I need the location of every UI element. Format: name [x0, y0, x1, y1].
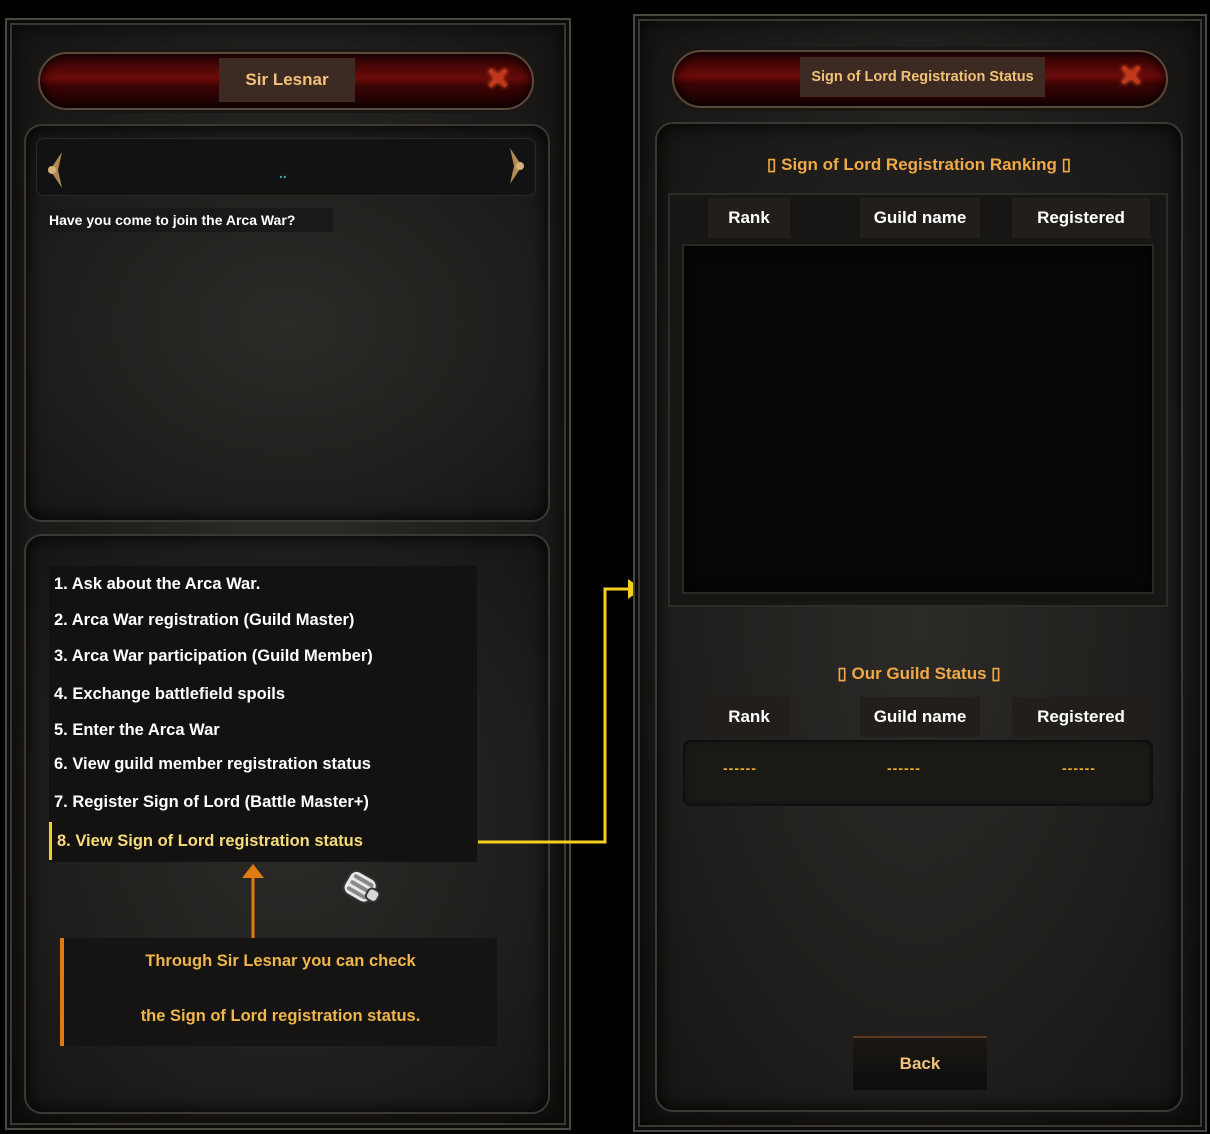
status-window-title: Sign of Lord Registration Status: [800, 57, 1045, 97]
dialog-marker: ..: [279, 165, 287, 181]
info-callout: Through Sir Lesnar you can check the Sig…: [60, 938, 497, 1046]
hand-cursor-icon: [330, 862, 390, 921]
callout-arrow-icon: [242, 864, 264, 940]
menu-item-arca-war-participation[interactable]: 3. Arca War participation (Guild Member): [49, 639, 475, 673]
ranking-section-title: ▯ Sign of Lord Registration Ranking ▯: [767, 155, 1071, 174]
ornament-right-icon: [504, 146, 528, 192]
guild-status-section-title: ▯ Our Guild Status ▯: [837, 664, 1001, 683]
ranking-col-registered: Registered: [1012, 198, 1150, 238]
callout-line-2: the Sign of Lord registration status.: [140, 1007, 421, 1025]
ranking-col-guild-name: Guild name: [860, 198, 980, 238]
menu-item-exchange-spoils[interactable]: 4. Exchange battlefield spoils: [49, 677, 475, 711]
guild-col-guild-name: Guild name: [860, 697, 980, 737]
ranking-col-rank: Rank: [708, 198, 790, 238]
menu-item-guild-member-status[interactable]: 6. View guild member registration status: [49, 747, 475, 781]
connector-arrow-icon: [478, 579, 642, 844]
menu-item-register-sign-of-lord[interactable]: 7. Register Sign of Lord (Battle Master+…: [49, 785, 475, 819]
guild-registered-value: ------: [1062, 760, 1096, 776]
menu-list: 1. Ask about the Arca War. 2. Arca War r…: [49, 566, 477, 862]
status-window-close-button[interactable]: ✕: [1113, 62, 1149, 96]
ornament-left-icon: [44, 150, 68, 196]
guild-col-registered: Registered: [1012, 697, 1150, 737]
close-icon: ✕: [1118, 60, 1144, 93]
npc-greeting-text: Have you come to join the Arca War?: [45, 208, 333, 232]
npc-dialog-title: Sir Lesnar: [219, 58, 355, 102]
callout-line-1: Through Sir Lesnar you can check: [145, 952, 416, 970]
menu-item-ask-arca-war[interactable]: 1. Ask about the Arca War.: [49, 567, 475, 601]
menu-item-arca-war-registration[interactable]: 2. Arca War registration (Guild Master): [49, 603, 475, 637]
close-icon: ✕: [485, 63, 511, 96]
back-button[interactable]: Back: [853, 1036, 987, 1090]
menu-item-view-sign-of-lord-status[interactable]: 8. View Sign of Lord registration status: [49, 822, 475, 860]
guild-col-rank: Rank: [708, 697, 790, 737]
guild-name-value: ------: [887, 760, 921, 776]
menu-item-enter-arca-war[interactable]: 5. Enter the Arca War: [49, 713, 475, 747]
guild-rank-value: ------: [723, 760, 757, 776]
ranking-table-body: [682, 244, 1154, 594]
npc-dialog-close-button[interactable]: ✕: [480, 65, 516, 99]
